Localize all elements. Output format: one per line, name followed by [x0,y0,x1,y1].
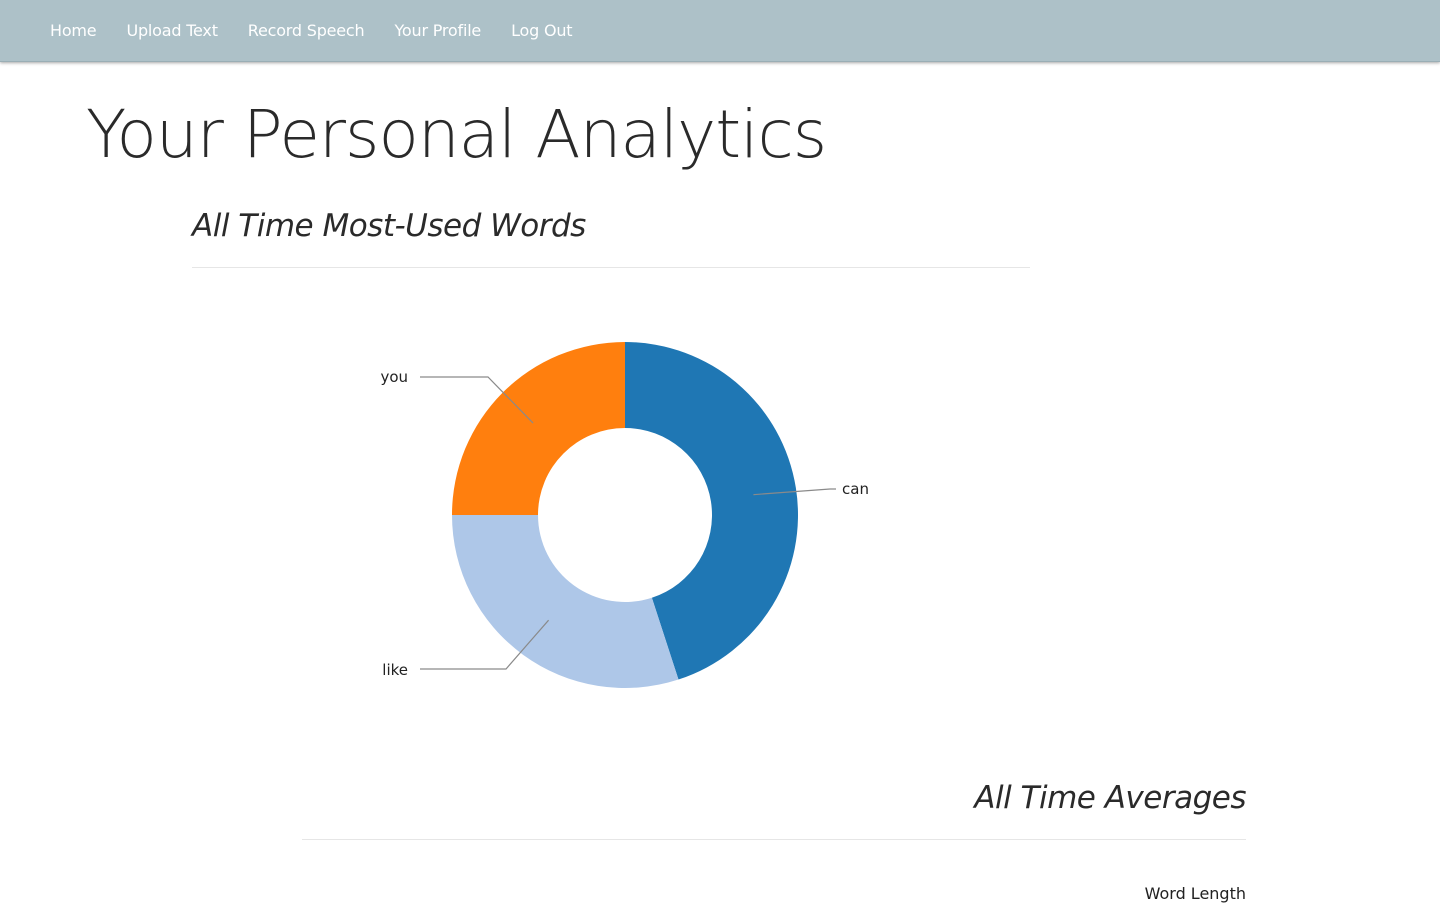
nav-log-out-link[interactable]: Log Out [511,21,572,40]
nav-record-speech-link[interactable]: Record Speech [248,21,365,40]
page-title: Your Personal Analytics [86,96,827,173]
section-divider [192,267,1030,268]
donut-slice-like[interactable] [452,515,679,688]
most-used-words-donut-chart: can like you [380,342,869,688]
donut-label-can: can [842,480,869,498]
nav-home-link[interactable]: Home [50,21,97,40]
donut-label-like: like [382,661,408,679]
nav-menu: Home Upload Text Record Speech Your Prof… [50,0,602,61]
most-used-words-heading: All Time Most-Used Words [192,208,586,244]
top-navbar: Home Upload Text Record Speech Your Prof… [0,0,1440,62]
section-divider [302,839,1246,840]
nav-upload-text-link[interactable]: Upload Text [126,21,218,40]
donut-slice-you[interactable] [452,342,625,515]
nav-your-profile-link[interactable]: Your Profile [394,21,481,40]
donut-label-you: you [380,368,408,386]
word-length-label: Word Length [1144,884,1246,903]
averages-heading: All Time Averages [974,780,1246,816]
